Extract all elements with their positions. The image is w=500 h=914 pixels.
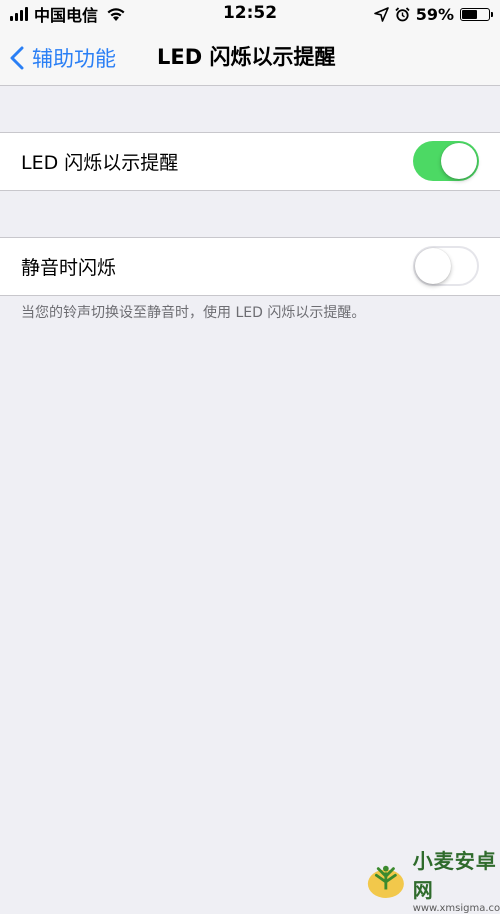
- watermark-url: www.xmsigma.com: [412, 903, 500, 914]
- battery-icon: [460, 7, 493, 21]
- watermark-text: 小麦安卓网 www.xmsigma.com: [413, 845, 500, 914]
- location-icon: [373, 6, 389, 22]
- chevron-left-icon: [10, 46, 24, 69]
- footer-note: 当您的铃声切换设至静音时，使用 LED 闪烁以示提醒。: [21, 305, 366, 321]
- back-button[interactable]: 辅助功能: [10, 30, 116, 85]
- setting-label: LED 闪烁以示提醒: [21, 152, 179, 174]
- setting-label: 静音时闪烁: [21, 257, 117, 279]
- led-flash-toggle[interactable]: [413, 141, 479, 181]
- status-right: 59%: [373, 4, 493, 24]
- toggle-knob: [415, 248, 451, 284]
- toggle-knob: [441, 143, 477, 179]
- navigation-bar: 辅助功能 LED 闪烁以示提醒: [0, 30, 500, 86]
- silent-flash-toggle[interactable]: [413, 246, 479, 286]
- battery-level: [462, 9, 477, 19]
- setting-row-led-flash: LED 闪烁以示提醒: [0, 133, 500, 190]
- alarm-icon: [395, 6, 410, 21]
- setting-row-silent-flash: 静音时闪烁: [0, 238, 500, 295]
- watermark-logo-icon: [367, 865, 404, 898]
- status-bar: 中国电信 12:52 59%: [0, 0, 500, 30]
- settings-group-silent-flash: 静音时闪烁: [0, 237, 500, 296]
- settings-group-led-flash: LED 闪烁以示提醒: [0, 132, 500, 191]
- watermark-title: 小麦安卓网: [412, 849, 497, 902]
- battery-percent: 59%: [415, 4, 454, 24]
- page-title: LED 闪烁以示提醒: [157, 45, 336, 69]
- watermark: 小麦安卓网 www.xmsigma.com: [365, 845, 500, 914]
- back-label: 辅助功能: [32, 46, 116, 71]
